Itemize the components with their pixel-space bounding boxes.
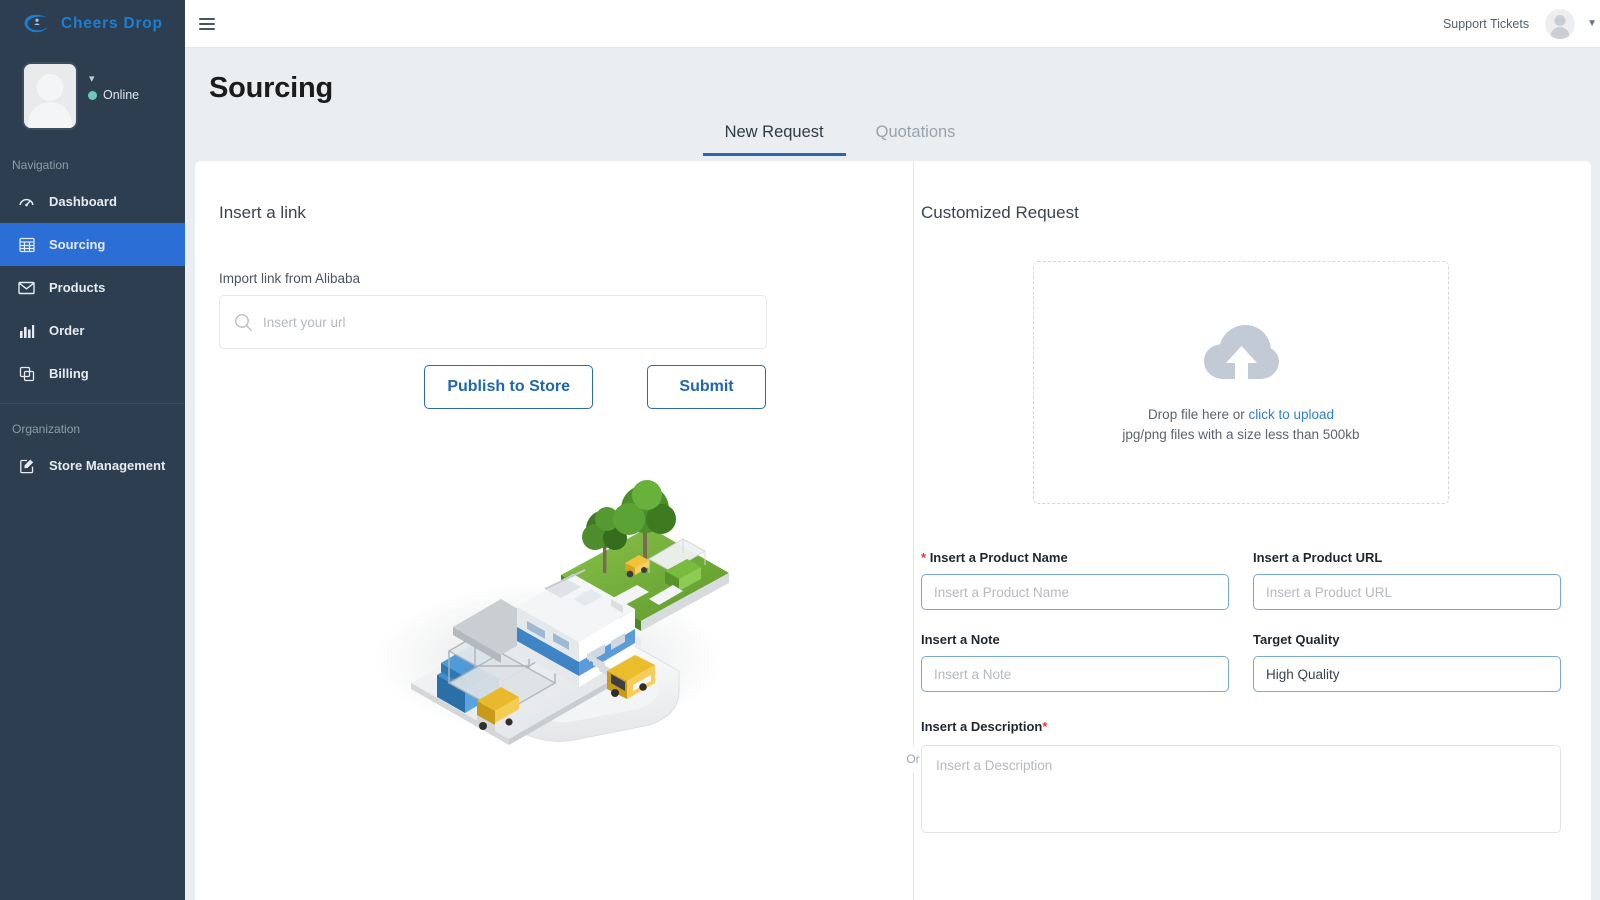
page-header: Sourcing bbox=[185, 48, 1600, 105]
grid-table-icon bbox=[18, 236, 35, 253]
description-textarea[interactable] bbox=[921, 745, 1561, 833]
sidebar-item-sourcing[interactable]: Sourcing bbox=[0, 223, 185, 266]
nav-section-title-navigation: Navigation bbox=[12, 158, 69, 172]
brand-name: Cheers Drop bbox=[61, 15, 163, 32]
topbar: Support Tickets ▼ bbox=[185, 0, 1600, 48]
status-badge: Online bbox=[88, 88, 139, 102]
topbar-right: Support Tickets ▼ bbox=[1443, 8, 1597, 39]
hamburger-menu-icon[interactable] bbox=[199, 17, 215, 30]
label-text: Insert a Description bbox=[921, 719, 1043, 734]
label-text: Insert a Product Name bbox=[929, 550, 1068, 565]
isometric-logistics-warehouse-illustration bbox=[349, 475, 749, 755]
dropzone-hint-text: jpg/png files with a size less than 500k… bbox=[1122, 426, 1360, 442]
search-input[interactable] bbox=[263, 314, 752, 330]
field-label-note: Insert a Note bbox=[921, 632, 1000, 647]
sidebar-item-label: Products bbox=[49, 280, 106, 295]
avatar-head bbox=[36, 74, 64, 101]
support-tickets-link[interactable]: Support Tickets bbox=[1443, 17, 1529, 31]
page-title: Sourcing bbox=[209, 72, 334, 104]
note-input[interactable] bbox=[921, 656, 1229, 692]
field-label-target-quality: Target Quality bbox=[1253, 632, 1340, 647]
copy-documents-icon bbox=[18, 365, 35, 382]
field-description: Insert a Description* bbox=[921, 718, 1561, 838]
url-input-wrapper[interactable] bbox=[219, 295, 767, 349]
cloud-upload-icon bbox=[1202, 324, 1280, 389]
dropzone-primary-text: Drop file here or click to upload bbox=[1148, 407, 1334, 422]
user-avatar-icon[interactable] bbox=[1545, 8, 1576, 39]
submit-button[interactable]: Submit bbox=[647, 365, 766, 409]
nav-section-title-organization: Organization bbox=[12, 422, 81, 436]
status-label: Online bbox=[103, 88, 140, 102]
field-product-url: Insert a Product URL bbox=[1253, 550, 1561, 610]
app-root: Cheers Drop ▾ Online Navigation Dashboar… bbox=[0, 0, 1600, 900]
file-dropzone[interactable]: Drop file here or click to upload jpg/pn… bbox=[1033, 261, 1449, 504]
user-avatar-placeholder-icon[interactable] bbox=[22, 62, 78, 130]
tab-quotations[interactable]: Quotations bbox=[854, 113, 978, 156]
avatar-body bbox=[28, 102, 72, 128]
sidebar-item-label: Order bbox=[49, 323, 85, 338]
required-asterisk: * bbox=[1042, 719, 1048, 734]
link-action-buttons: Publish to Store Submit bbox=[219, 365, 767, 409]
product-url-input[interactable] bbox=[1253, 574, 1561, 610]
edit-square-icon bbox=[18, 457, 35, 474]
dashboard-gauge-icon bbox=[18, 193, 35, 210]
insert-link-heading: Insert a link bbox=[219, 203, 306, 222]
sidebar-item-label: Store Management bbox=[49, 458, 166, 473]
sidebar-item-products[interactable]: Products bbox=[0, 266, 185, 309]
circle-swoosh-logo-icon bbox=[22, 13, 52, 35]
sidebar-item-label: Billing bbox=[49, 366, 89, 381]
request-form-grid: * Insert a Product Name Insert a Product… bbox=[921, 550, 1561, 692]
online-status-dot bbox=[88, 90, 97, 100]
import-link-label: Import link from Alibaba bbox=[219, 271, 361, 286]
field-target-quality: Target Quality bbox=[1253, 632, 1561, 692]
bar-chart-icon bbox=[18, 322, 35, 339]
chevron-down-icon[interactable]: ▾ bbox=[88, 74, 139, 85]
product-name-input[interactable] bbox=[921, 574, 1229, 610]
sidebar-item-label: Sourcing bbox=[49, 237, 106, 252]
click-to-upload-link[interactable]: click to upload bbox=[1248, 407, 1334, 422]
main-area: Support Tickets ▼ Sourcing New Request Q… bbox=[185, 0, 1600, 900]
envelope-icon bbox=[18, 279, 35, 296]
content-card: Insert a link Import link from Alibaba P… bbox=[195, 161, 1591, 900]
target-quality-input[interactable] bbox=[1253, 656, 1561, 692]
sidebar-item-billing[interactable]: Billing bbox=[0, 352, 185, 395]
caret-down-icon[interactable]: ▼ bbox=[1587, 18, 1597, 29]
dropzone-text-prefix: Drop file here or bbox=[1147, 406, 1249, 422]
sidebar: Cheers Drop ▾ Online Navigation Dashboar… bbox=[0, 0, 185, 900]
insert-link-panel: Insert a link Import link from Alibaba P… bbox=[195, 161, 895, 900]
sidebar-item-label: Dashboard bbox=[49, 194, 117, 209]
required-asterisk: * bbox=[921, 550, 927, 565]
customized-request-panel: Customized Request Drop file here or cli… bbox=[895, 161, 1591, 900]
field-product-name: * Insert a Product Name bbox=[921, 550, 1229, 610]
tab-new-request[interactable]: New Request bbox=[702, 113, 846, 156]
publish-to-store-button[interactable]: Publish to Store bbox=[424, 365, 593, 409]
field-label-product-name: * Insert a Product Name bbox=[921, 550, 1229, 565]
sidebar-item-store-management[interactable]: Store Management bbox=[0, 444, 185, 487]
sidebar-item-order[interactable]: Order bbox=[0, 309, 185, 352]
field-label-description: Insert a Description* bbox=[921, 719, 1047, 734]
customized-request-heading: Customized Request bbox=[921, 203, 1079, 222]
search-icon bbox=[234, 313, 253, 332]
field-note: Insert a Note bbox=[921, 632, 1229, 692]
tab-bar: New Request Quotations bbox=[185, 113, 1600, 156]
profile-status-block: ▾ Online bbox=[88, 62, 139, 102]
sidebar-item-dashboard[interactable]: Dashboard bbox=[0, 180, 185, 223]
sidebar-profile[interactable]: ▾ Online bbox=[0, 48, 185, 140]
field-label-product-url: Insert a Product URL bbox=[1253, 550, 1383, 565]
brand[interactable]: Cheers Drop bbox=[0, 0, 185, 48]
